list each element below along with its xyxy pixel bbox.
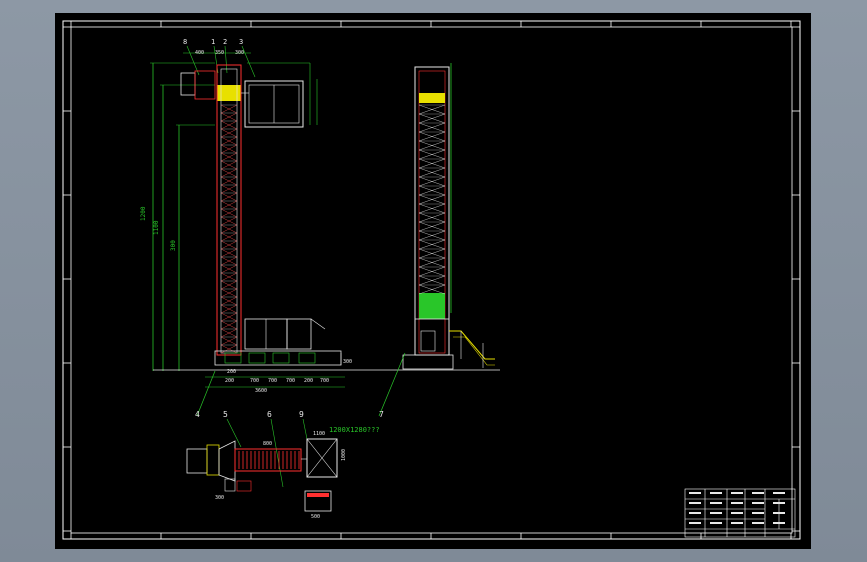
elevator-column-lattice (220, 104, 238, 354)
side-elevation (402, 63, 495, 370)
balloon-6: 6 (267, 410, 272, 419)
balloon-7: 7 (379, 410, 384, 419)
balloon-2: 2 (223, 38, 227, 46)
dim-low-height: 300 (170, 240, 177, 251)
balloon-1: 1 (211, 38, 215, 46)
dim-base-left: 200 (227, 369, 236, 375)
balloon-4: 4 (195, 410, 200, 419)
chute-note: 1200X1280??? (329, 426, 380, 434)
dim-base-1: 200 (225, 378, 234, 384)
dim-base-6: 700 (320, 378, 329, 384)
dim-mid-height: 1100 (153, 220, 160, 235)
balloon-5: 5 (223, 410, 228, 419)
dim-overall-height: 1200 (140, 206, 147, 221)
plan-view: 4 5 6 9 7 1200X1280??? 800 1100 1000 300… (186, 352, 406, 520)
dim-plan-a: 800 (263, 441, 272, 447)
side-column-lattice (418, 104, 446, 295)
drawing-svg: 1200 1100 300 400 350 300 8 1 2 3 300 20… (62, 20, 801, 540)
dim-top-b: 350 (215, 50, 224, 56)
dim-base-3: 700 (268, 378, 277, 384)
dim-top-c: 300 (235, 50, 244, 56)
cad-viewport: 1200 1100 300 400 350 300 8 1 2 3 300 20… (0, 0, 867, 562)
drawing-canvas[interactable]: 1200 1100 300 400 350 300 8 1 2 3 300 20… (55, 13, 811, 549)
dim-base-total: 3600 (255, 388, 267, 394)
dim-plan-b: 1100 (313, 431, 325, 437)
balloon-8: 8 (183, 38, 187, 46)
dim-plan-d: 300 (215, 495, 224, 501)
dim-side-height: 300 (343, 359, 352, 365)
conveyor-slats (238, 451, 300, 469)
front-elevation: 1200 1100 300 400 350 300 8 1 2 3 300 20… (140, 38, 500, 394)
dim-top-a: 400 (195, 50, 204, 56)
balloon-3: 3 (239, 38, 243, 46)
dim-plan-c: 1000 (341, 449, 347, 461)
dim-base-2: 700 (250, 378, 259, 384)
dim-base-5: 200 (304, 378, 313, 384)
dim-plan-e: 500 (311, 514, 320, 520)
balloon-9: 9 (299, 410, 304, 419)
dim-base-4: 700 (286, 378, 295, 384)
